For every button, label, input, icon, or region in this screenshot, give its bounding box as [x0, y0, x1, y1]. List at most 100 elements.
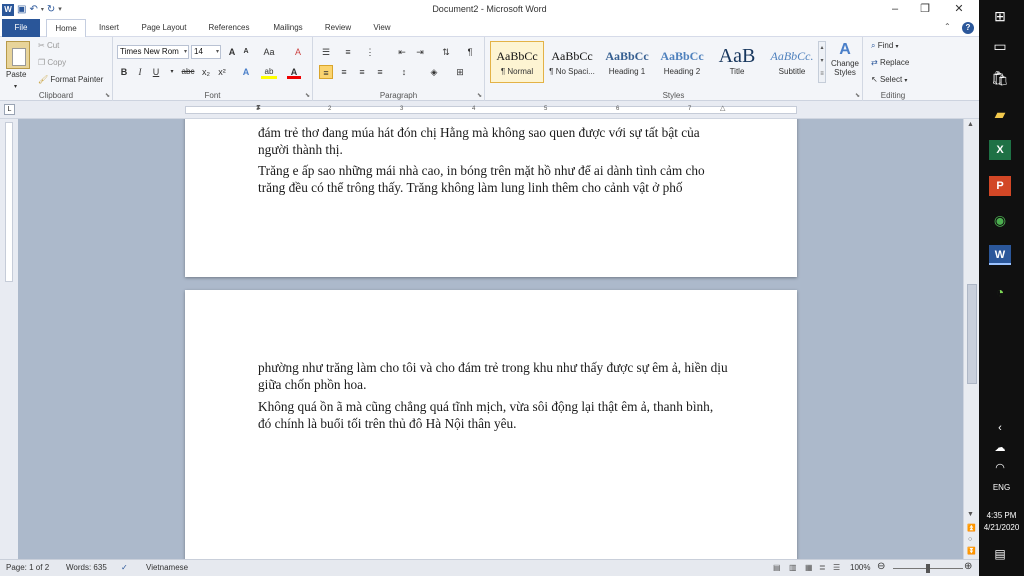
word-count[interactable]: Words: 635 [66, 563, 107, 572]
decrease-indent-icon[interactable]: ⇤ [395, 45, 409, 59]
zoom-slider-knob[interactable] [926, 564, 930, 573]
question-icon[interactable]: ? [962, 22, 974, 34]
italic-button[interactable]: I [133, 65, 147, 79]
cut-button[interactable]: ✂ Cut [38, 40, 59, 52]
shrink-font-button[interactable]: A [239, 45, 253, 59]
chrome-icon[interactable]: ◉ [989, 210, 1011, 230]
windows-start-icon[interactable]: ⊞ [989, 6, 1011, 26]
highlight-button[interactable]: ab [261, 65, 277, 79]
style-subtitle[interactable]: AaBbCc. Subtitle [765, 41, 819, 83]
numbering-icon[interactable]: ≡ [341, 45, 355, 59]
cloud-battery-icon[interactable]: ☁ [989, 438, 1011, 458]
vertical-scrollbar[interactable]: ▲ ▼ ⏫ ○ ⏬ [963, 119, 979, 559]
font-name-combo[interactable]: Times New Rom ▾ [117, 45, 189, 59]
full-screen-reading-icon[interactable]: ▥ [789, 563, 797, 572]
dialog-launcher-icon[interactable]: ⬊ [305, 92, 310, 99]
line-spacing-icon[interactable]: ↕ [397, 65, 411, 79]
align-left-icon[interactable]: ≡ [319, 65, 333, 79]
minimize-button[interactable]: – [880, 0, 910, 19]
outline-icon[interactable]: ≣ [819, 563, 826, 572]
dialog-launcher-icon[interactable]: ⬊ [477, 92, 482, 99]
change-styles-button[interactable]: A Change Styles [830, 41, 860, 77]
style-no-spacing[interactable]: AaBbCc ¶ No Spaci... [545, 41, 599, 83]
paste-button[interactable]: Paste [6, 69, 26, 81]
powerpoint-icon[interactable]: P [989, 176, 1011, 196]
print-layout-icon[interactable]: ▤ [773, 563, 781, 572]
style-title[interactable]: AaB Title [710, 41, 764, 83]
font-size-combo[interactable]: 14 ▾ [191, 45, 221, 59]
tab-references[interactable]: References [202, 19, 256, 37]
tab-review[interactable]: Review [318, 19, 358, 37]
word-taskbar-icon[interactable]: W [989, 245, 1011, 265]
tab-insert[interactable]: Insert [90, 19, 128, 37]
increase-indent-icon[interactable]: ⇥ [413, 45, 427, 59]
select-button[interactable]: ↖ Select ▾ [871, 74, 907, 87]
paragraph[interactable]: Trăng e ấp sao những mái nhà cao, in bón… [258, 163, 728, 196]
style-normal[interactable]: AaBbCc ¶ Normal [490, 41, 544, 83]
shading-icon[interactable]: ◈ [427, 65, 441, 79]
wifi-volume-icon[interactable]: ◠ [989, 458, 1011, 478]
tab-selector-icon[interactable]: L [4, 104, 15, 115]
vertical-ruler-strip[interactable] [5, 122, 13, 282]
align-right-icon[interactable]: ≡ [355, 65, 369, 79]
strikethrough-button[interactable]: abc [179, 65, 197, 79]
tab-mailings[interactable]: Mailings [264, 19, 312, 37]
format-painter-button[interactable]: 🖌 Format Painter [38, 74, 103, 86]
proofing-icon[interactable]: ✓ [121, 563, 128, 572]
dialog-launcher-icon[interactable]: ⬊ [105, 92, 110, 99]
copy-button[interactable]: ❐ Copy [38, 57, 66, 69]
input-language[interactable]: ENG [979, 482, 1024, 493]
paste-icon[interactable] [6, 41, 30, 69]
document-canvas[interactable]: đám trẻ thơ đang múa hát đón chị Hằng mà… [18, 119, 963, 559]
grow-font-button[interactable]: A [225, 45, 239, 59]
scroll-up-icon[interactable]: ▲ [967, 121, 974, 128]
replace-button[interactable]: ⇄ Replace [871, 57, 909, 69]
task-view-icon[interactable]: ▭ [989, 36, 1011, 56]
zoom-level[interactable]: 100% [850, 563, 870, 572]
styles-scroll[interactable]: ▴ ▾ ≡ [818, 41, 826, 83]
scroll-thumb[interactable] [967, 284, 977, 384]
pilcrow-icon[interactable]: ¶ [463, 45, 477, 59]
dialog-launcher-icon[interactable]: ⬊ [855, 92, 860, 99]
page-1[interactable]: đám trẻ thơ đang múa hát đón chị Hằng mà… [185, 119, 797, 277]
justify-icon[interactable]: ≡ [373, 65, 387, 79]
clock-date[interactable]: 4/21/2020 [979, 522, 1024, 533]
page-count[interactable]: Page: 1 of 2 [6, 563, 49, 572]
store-icon[interactable]: 🛍 [989, 68, 1011, 88]
multilevel-list-icon[interactable]: ⋮ [363, 45, 377, 59]
style-heading-1[interactable]: AaBbCc Heading 1 [600, 41, 654, 83]
sort-icon[interactable]: ⇅ [439, 45, 453, 59]
superscript-button[interactable]: x² [215, 65, 229, 79]
paragraph[interactable]: Không quá ồn ã mà cũng chẳng quá tĩnh mị… [258, 399, 728, 432]
zoom-out-icon[interactable]: ⊖ [877, 561, 885, 572]
chevron-down-icon[interactable]: ▾ [165, 65, 179, 79]
style-heading-2[interactable]: AaBbCc Heading 2 [655, 41, 709, 83]
paragraph[interactable]: đám trẻ thơ đang múa hát đón chị Hằng mà… [258, 125, 728, 158]
chevron-left-icon[interactable]: ‹ [989, 418, 1011, 438]
underline-button[interactable]: U [149, 65, 163, 79]
tab-page-layout[interactable]: Page Layout [136, 19, 192, 37]
right-indent-marker[interactable]: △ [720, 104, 725, 112]
scroll-down-icon[interactable]: ▼ [967, 511, 974, 518]
previous-page-icon[interactable]: ⏫ [967, 524, 976, 532]
browse-object-icon[interactable]: ○ [968, 536, 972, 543]
clock-time[interactable]: 4:35 PM [979, 510, 1024, 521]
web-layout-icon[interactable]: ▦ [805, 563, 813, 572]
notifications-icon[interactable]: ▤ [989, 544, 1011, 564]
font-color-button[interactable]: A [287, 65, 301, 79]
text-effects-button[interactable]: A [239, 65, 253, 79]
app-icon[interactable]: ◔ [989, 282, 1011, 302]
ruler-strip[interactable]: 1 2 3 4 5 6 7 ⧗ △ [185, 104, 797, 114]
restore-button[interactable]: ❐ [910, 0, 940, 19]
borders-icon[interactable]: ⊞ [453, 65, 467, 79]
excel-icon[interactable]: X [989, 140, 1011, 160]
file-explorer-icon[interactable]: ▰ [989, 104, 1011, 124]
zoom-in-icon[interactable]: ⊕ [964, 561, 972, 572]
close-button[interactable]: ✕ [944, 0, 974, 19]
left-indent-marker[interactable]: ⧗ [256, 104, 261, 112]
find-button[interactable]: ⌕ Find ▾ [871, 40, 899, 53]
subscript-button[interactable]: x₂ [199, 65, 213, 79]
language[interactable]: Vietnamese [146, 563, 188, 572]
bullets-icon[interactable]: ☰ [319, 45, 333, 59]
tab-file[interactable]: File [2, 19, 40, 37]
